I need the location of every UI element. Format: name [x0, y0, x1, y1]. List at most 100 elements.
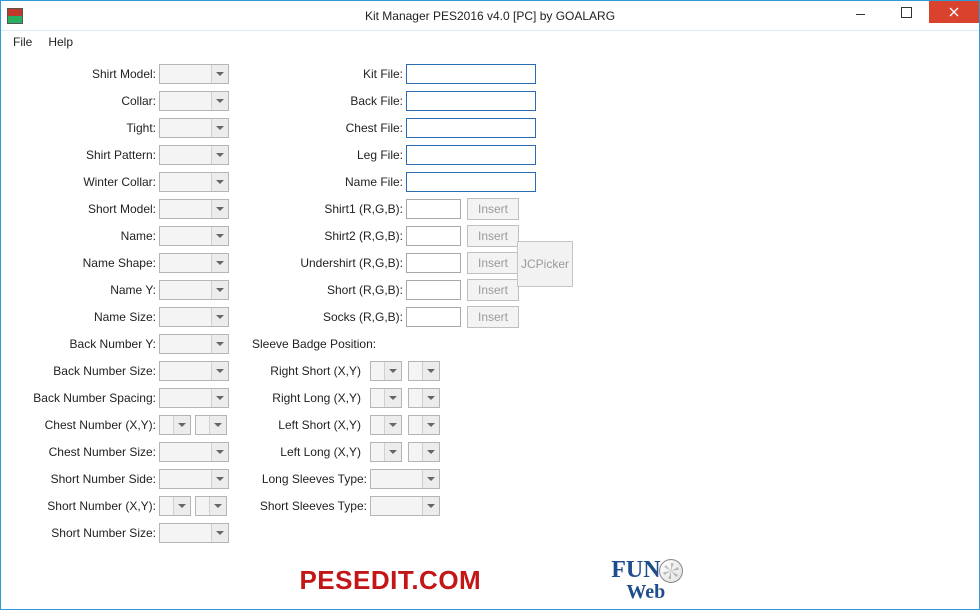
- combo-short-sleeves-type[interactable]: [370, 496, 440, 516]
- input-kit-file[interactable]: [406, 64, 536, 84]
- label-leg-file: Leg File:: [246, 148, 406, 162]
- combo-left-long-y[interactable]: [408, 442, 440, 462]
- maximize-button[interactable]: [883, 1, 929, 23]
- combo-right-short-y[interactable]: [408, 361, 440, 381]
- combo-short-number-size[interactable]: [159, 523, 229, 543]
- insert-undershirt-button[interactable]: Insert: [467, 252, 519, 274]
- titlebar: Kit Manager PES2016 v4.0 [PC] by GOALARG: [1, 1, 979, 31]
- input-shirt2-rgb[interactable]: [406, 226, 461, 246]
- combo-left-short-x[interactable]: [370, 415, 402, 435]
- label-chest-number-size: Chest Number Size:: [1, 445, 159, 459]
- combo-back-number-y[interactable]: [159, 334, 229, 354]
- chevron-down-icon: [211, 362, 228, 380]
- combo-name[interactable]: [159, 226, 229, 246]
- chevron-down-icon: [422, 470, 439, 488]
- chevron-down-icon: [211, 335, 228, 353]
- chevron-down-icon: [211, 308, 228, 326]
- combo-chest-number-y[interactable]: [195, 415, 227, 435]
- combo-short-number-side[interactable]: [159, 469, 229, 489]
- input-leg-file[interactable]: [406, 145, 536, 165]
- input-back-file[interactable]: [406, 91, 536, 111]
- label-socks-rgb: Socks (R,G,B):: [246, 310, 406, 324]
- logo-area: PESEDIT.COM FUN Web: [1, 557, 979, 603]
- label-long-sleeves-type: Long Sleeves Type:: [246, 472, 370, 486]
- combo-chest-number-x[interactable]: [159, 415, 191, 435]
- input-socks-rgb[interactable]: [406, 307, 461, 327]
- label-right-long: Right Long (X,Y): [246, 391, 364, 405]
- label-right-short: Right Short (X,Y): [246, 364, 364, 378]
- combo-long-sleeves-type[interactable]: [370, 469, 440, 489]
- combo-left-long-x[interactable]: [370, 442, 402, 462]
- insert-shirt1-button[interactable]: Insert: [467, 198, 519, 220]
- combo-right-short-x[interactable]: [370, 361, 402, 381]
- label-collar: Collar:: [1, 94, 159, 108]
- label-back-number-size: Back Number Size:: [1, 364, 159, 378]
- combo-shirt-model[interactable]: [159, 64, 229, 84]
- chevron-down-icon: [211, 470, 228, 488]
- label-short-number-xy: Short Number (X,Y):: [1, 499, 159, 513]
- label-back-number-spacing: Back Number Spacing:: [1, 391, 159, 405]
- input-shirt1-rgb[interactable]: [406, 199, 461, 219]
- chevron-down-icon: [211, 119, 228, 137]
- combo-name-y[interactable]: [159, 280, 229, 300]
- label-kit-file: Kit File:: [246, 67, 406, 81]
- label-short-sleeves-type: Short Sleeves Type:: [246, 499, 370, 513]
- input-undershirt-rgb[interactable]: [406, 253, 461, 273]
- soccer-ball-icon: [659, 559, 683, 583]
- combo-left-short-y[interactable]: [408, 415, 440, 435]
- input-chest-file[interactable]: [406, 118, 536, 138]
- combo-name-shape[interactable]: [159, 253, 229, 273]
- chevron-down-icon: [173, 416, 190, 434]
- insert-short-button[interactable]: Insert: [467, 279, 519, 301]
- combo-back-number-spacing[interactable]: [159, 388, 229, 408]
- jcpicker-button[interactable]: JCPicker: [517, 241, 573, 287]
- label-name-y: Name Y:: [1, 283, 159, 297]
- label-sleeve-badge: Sleeve Badge Position:: [246, 337, 406, 351]
- menu-help[interactable]: Help: [40, 33, 81, 51]
- app-icon: [7, 8, 23, 24]
- combo-winter-collar[interactable]: [159, 172, 229, 192]
- chevron-down-icon: [211, 200, 228, 218]
- combo-right-long-x[interactable]: [370, 388, 402, 408]
- label-name-size: Name Size:: [1, 310, 159, 324]
- minimize-button[interactable]: [837, 1, 883, 23]
- combo-shirt-pattern[interactable]: [159, 145, 229, 165]
- label-short-number-size: Short Number Size:: [1, 526, 159, 540]
- close-button[interactable]: [929, 1, 979, 23]
- menubar: File Help: [1, 31, 979, 53]
- chevron-down-icon: [422, 443, 439, 461]
- label-left-long: Left Long (X,Y): [246, 445, 364, 459]
- insert-socks-button[interactable]: Insert: [467, 306, 519, 328]
- combo-short-model[interactable]: [159, 199, 229, 219]
- window-title: Kit Manager PES2016 v4.0 [PC] by GOALARG: [1, 9, 979, 23]
- chevron-down-icon: [211, 281, 228, 299]
- main-window: Kit Manager PES2016 v4.0 [PC] by GOALARG…: [0, 0, 980, 610]
- chevron-down-icon: [211, 389, 228, 407]
- combo-short-number-x[interactable]: [159, 496, 191, 516]
- combo-collar[interactable]: [159, 91, 229, 111]
- combo-name-size[interactable]: [159, 307, 229, 327]
- insert-shirt2-button[interactable]: Insert: [467, 225, 519, 247]
- combo-right-long-y[interactable]: [408, 388, 440, 408]
- funweb-text-web: Web: [626, 583, 665, 601]
- chevron-down-icon: [211, 173, 228, 191]
- combo-tight[interactable]: [159, 118, 229, 138]
- combo-back-number-size[interactable]: [159, 361, 229, 381]
- chevron-down-icon: [211, 254, 228, 272]
- input-name-file[interactable]: [406, 172, 536, 192]
- funweb-text-fun: FUN: [611, 560, 660, 582]
- funweb-logo: FUN Web: [611, 559, 680, 601]
- label-shirt-model: Shirt Model:: [1, 67, 159, 81]
- chevron-down-icon: [422, 497, 439, 515]
- menu-file[interactable]: File: [5, 33, 40, 51]
- input-short-rgb[interactable]: [406, 280, 461, 300]
- chevron-down-icon: [211, 227, 228, 245]
- chevron-down-icon: [211, 524, 228, 542]
- combo-short-number-y[interactable]: [195, 496, 227, 516]
- chevron-down-icon: [209, 497, 226, 515]
- combo-chest-number-size[interactable]: [159, 442, 229, 462]
- chevron-down-icon: [211, 65, 228, 83]
- chevron-down-icon: [211, 92, 228, 110]
- label-undershirt-rgb: Undershirt (R,G,B):: [246, 256, 406, 270]
- pesedit-logo: PESEDIT.COM: [299, 565, 481, 596]
